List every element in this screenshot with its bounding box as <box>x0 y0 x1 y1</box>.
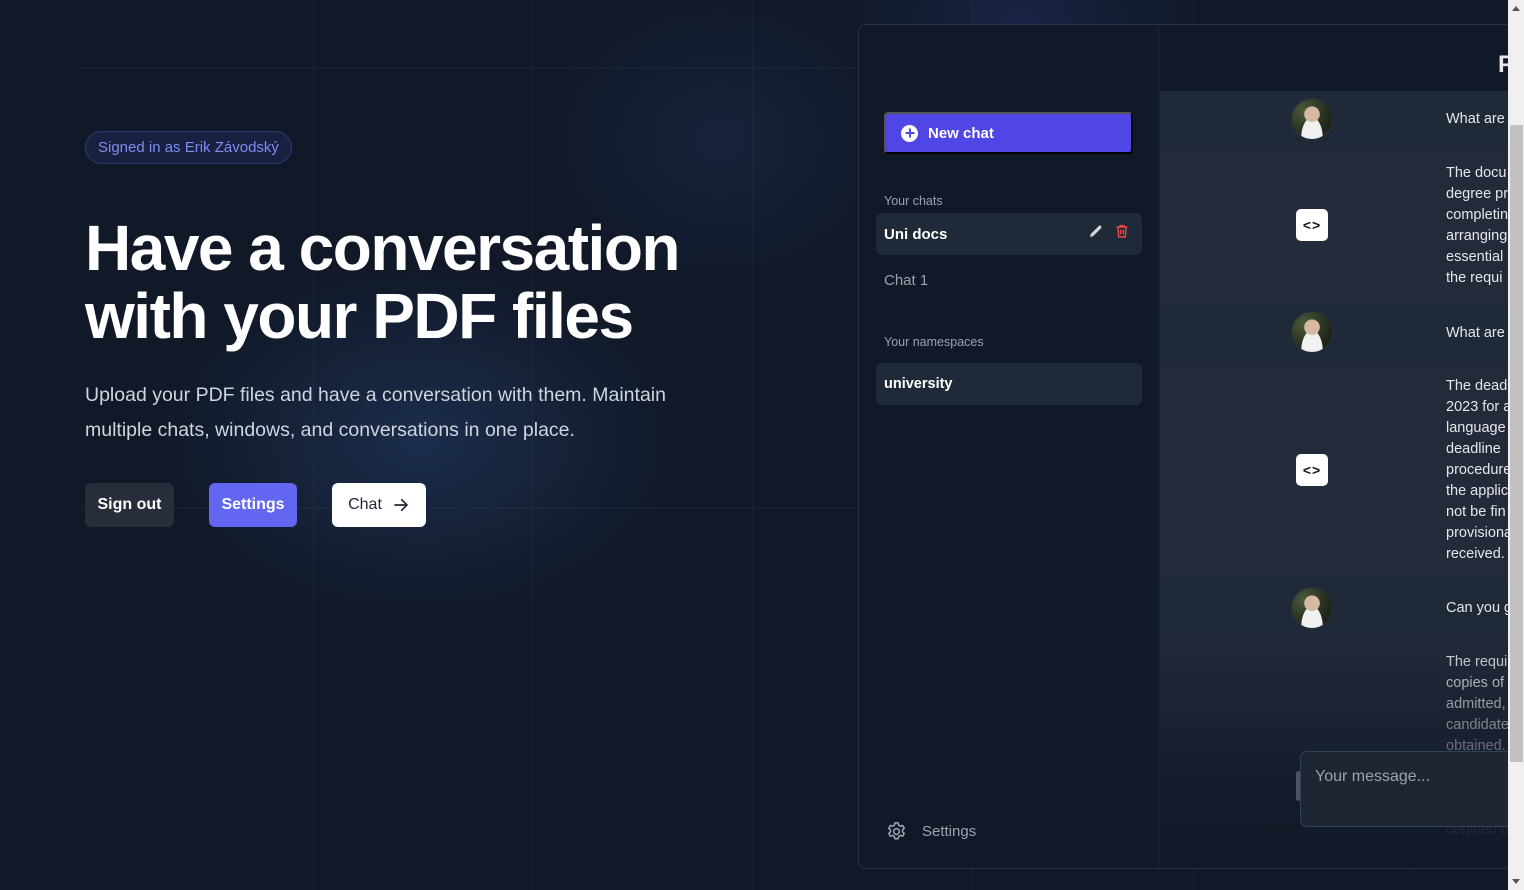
message-bot: <> The docu degree pr completin arrangin… <box>1160 147 1517 306</box>
scroll-up-arrow-icon[interactable] <box>1512 6 1520 11</box>
message-user: What are <box>1160 91 1517 147</box>
chat-item-chat-1[interactable]: Chat 1 <box>876 259 1142 301</box>
headline-line-2: with your PDF files <box>85 280 634 352</box>
new-chat-label: New chat <box>928 124 994 142</box>
namespace-item-university[interactable]: university <box>876 363 1142 405</box>
user-avatar <box>1291 587 1333 629</box>
hero-section: Signed in as Erik Závodský Have a conver… <box>85 131 785 527</box>
namespace-label: university <box>884 376 953 392</box>
headline-line-1: Have a conversation <box>85 212 681 284</box>
sidebar-settings-label: Settings <box>922 823 977 840</box>
message-user: What are <box>1160 306 1517 362</box>
scrollbar-thumb[interactable] <box>1510 125 1523 762</box>
chat-main-panel: P What are <> The docu degree pr complet… <box>1160 25 1517 868</box>
signed-in-badge: Signed in as Erik Závodský <box>85 131 292 164</box>
hero-subtext: Upload your PDF files and have a convers… <box>85 384 666 441</box>
app-preview-window: New chat Your chats Uni docs Chat 1 Your… <box>858 24 1518 869</box>
chat-sidebar: New chat Your chats Uni docs Chat 1 Your… <box>859 25 1159 868</box>
gear-icon <box>887 822 906 840</box>
code-brackets-icon: <> <box>1296 454 1328 486</box>
chat-item-label: Uni docs <box>884 225 948 243</box>
hero-actions: Sign out Settings Chat <box>85 483 426 527</box>
sign-out-button[interactable]: Sign out <box>85 483 174 527</box>
user-avatar <box>1291 98 1333 140</box>
code-brackets-icon: <> <box>1296 209 1328 241</box>
settings-button[interactable]: Settings <box>209 483 297 527</box>
message-user: Can you g <box>1160 579 1517 635</box>
new-chat-button[interactable]: New chat <box>884 112 1133 154</box>
chat-item-label: Chat 1 <box>884 271 929 289</box>
scroll-down-arrow-icon[interactable] <box>1512 879 1520 884</box>
message-input[interactable]: Your message... <box>1300 751 1517 827</box>
sidebar-settings-link[interactable]: Settings <box>885 820 976 843</box>
plus-circle-icon <box>901 124 918 142</box>
user-avatar <box>1291 311 1333 353</box>
your-chats-label: Your chats <box>884 194 943 208</box>
chat-item-actions <box>1088 223 1130 239</box>
page-scrollbar[interactable] <box>1508 0 1524 890</box>
chat-button[interactable]: Chat <box>332 483 426 527</box>
your-namespaces-label: Your namespaces <box>884 335 984 349</box>
hero-headline: Have a conversation with your PDF files <box>85 214 785 350</box>
arrow-right-icon <box>394 498 408 512</box>
pencil-icon[interactable] <box>1088 223 1104 239</box>
trash-icon[interactable] <box>1114 223 1130 239</box>
message-input-placeholder: Your message... <box>1315 768 1431 785</box>
message-bot: <> The dead 2023 for a language deadline… <box>1160 362 1517 579</box>
chat-item-uni-docs[interactable]: Uni docs <box>876 213 1142 255</box>
chat-button-label: Chat <box>348 496 382 513</box>
